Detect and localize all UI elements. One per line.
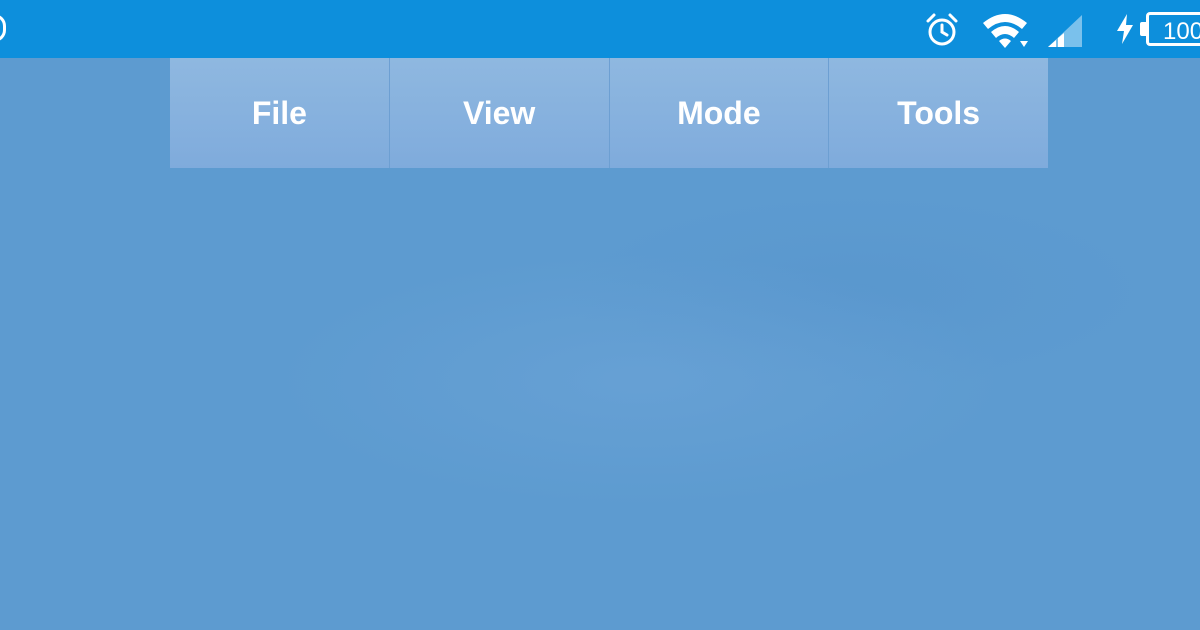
battery-body: 100: [1146, 12, 1200, 46]
tools-menu[interactable]: Tools: [829, 58, 1048, 168]
menu-bar: File View Mode Tools: [170, 58, 1048, 168]
view-menu[interactable]: View: [389, 58, 610, 168]
signal-icon: [1048, 15, 1082, 47]
alarm-icon: [926, 13, 958, 46]
notification-icon: [0, 14, 6, 42]
status-bar: 100: [0, 0, 1200, 58]
battery-icon: 100: [1140, 12, 1200, 46]
charging-icon: [1117, 14, 1133, 44]
wifi-icon: [983, 14, 1028, 48]
mode-menu[interactable]: Mode: [609, 58, 830, 168]
file-menu[interactable]: File: [170, 58, 390, 168]
battery-level: 100: [1163, 18, 1200, 45]
